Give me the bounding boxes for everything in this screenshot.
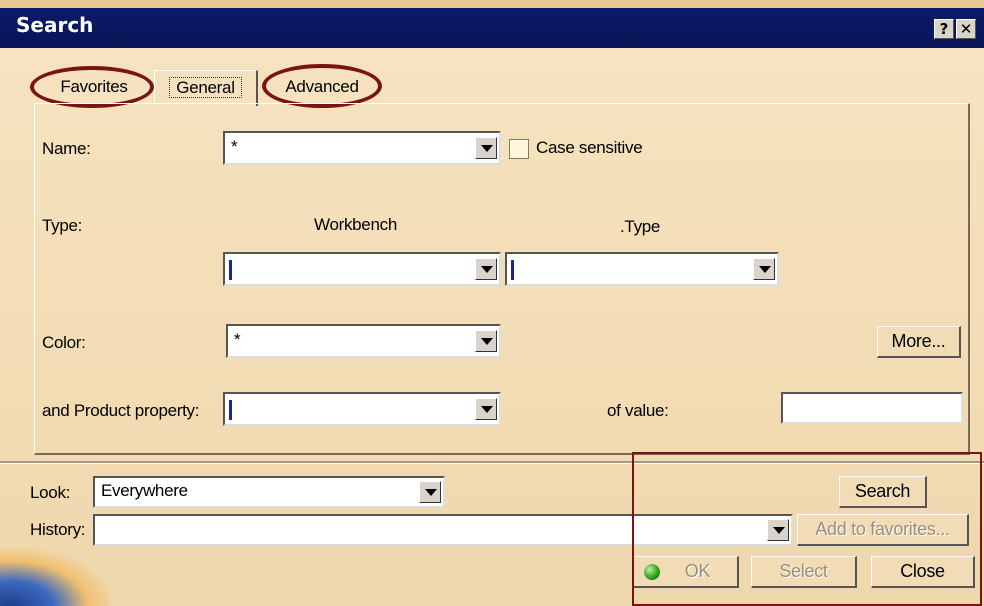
case-sensitive-label: Case sensitive <box>536 138 643 157</box>
more-button[interactable]: More... <box>877 326 961 358</box>
type-combo[interactable] <box>505 252 779 286</box>
workbench-header: Workbench <box>314 215 397 234</box>
of-value-input[interactable] <box>781 392 963 424</box>
look-dropdown-arrow-icon[interactable] <box>419 481 441 503</box>
annotation-ellipse-favorites <box>30 66 154 108</box>
help-button[interactable]: ? <box>934 19 954 39</box>
name-label: Name: <box>42 139 91 158</box>
workbench-combo[interactable] <box>223 252 501 286</box>
name-value: * <box>231 137 238 156</box>
window-title: Search <box>16 13 94 37</box>
history-label: History: <box>30 520 86 539</box>
color-combo[interactable]: * <box>226 324 501 358</box>
color-dropdown-arrow-icon[interactable] <box>475 330 497 352</box>
workbench-dropdown-arrow-icon[interactable] <box>475 258 497 280</box>
case-sensitive-checkbox[interactable] <box>509 139 529 159</box>
annotation-ellipse-advanced <box>262 64 382 108</box>
look-value: Everywhere <box>101 481 188 500</box>
product-property-text-cursor <box>229 400 232 420</box>
name-combo[interactable]: * <box>223 131 501 165</box>
look-combo[interactable]: Everywhere <box>93 476 445 508</box>
color-label: Color: <box>42 333 86 352</box>
tab-general[interactable]: General <box>154 70 258 106</box>
product-property-dropdown-arrow-icon[interactable] <box>475 398 497 420</box>
of-value-label: of value: <box>607 401 669 420</box>
tab-general-label: General <box>169 77 242 98</box>
type-label: Type: <box>42 216 83 235</box>
annotation-box-actions <box>632 452 982 606</box>
compass-logo-icon <box>0 548 110 606</box>
type-dropdown-arrow-icon[interactable] <box>753 258 775 280</box>
color-value: * <box>234 330 241 349</box>
look-label: Look: <box>30 483 71 502</box>
title-bar <box>0 0 984 48</box>
type-text-cursor <box>511 260 514 280</box>
close-window-button[interactable]: ✕ <box>956 19 976 39</box>
product-property-label: and Product property: <box>42 401 200 420</box>
type-header: .Type <box>620 217 661 236</box>
workbench-text-cursor <box>229 260 232 280</box>
product-property-combo[interactable] <box>223 392 501 426</box>
name-dropdown-arrow-icon[interactable] <box>475 137 497 159</box>
